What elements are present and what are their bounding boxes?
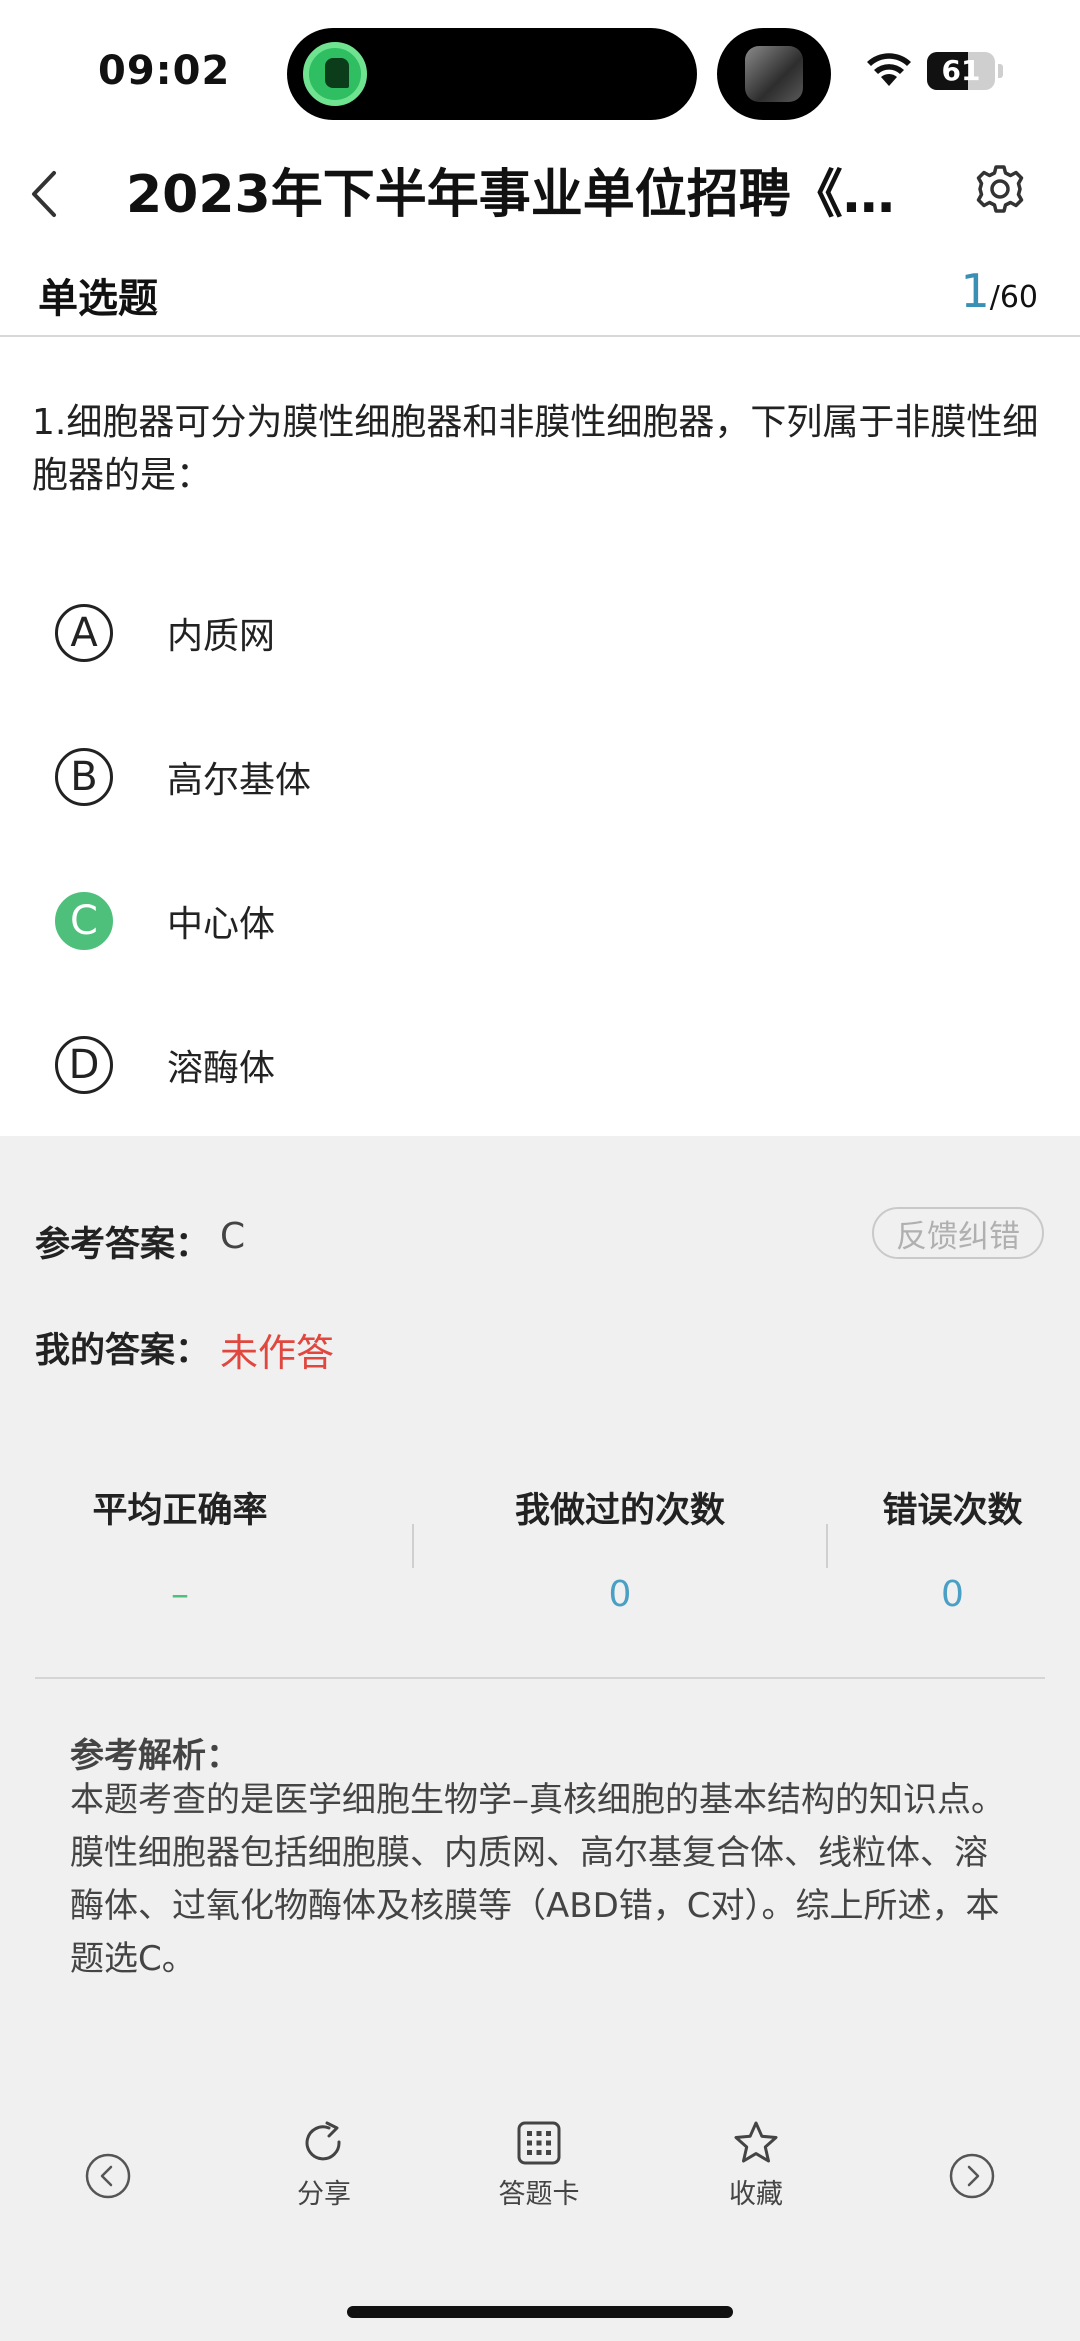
my-answer-label: 我的答案： [35, 1331, 211, 1371]
battery-cap [998, 64, 1003, 78]
times-done-value: 0 [608, 1574, 632, 1615]
option-c[interactable]: C 中心体 [55, 889, 755, 953]
question-type: 单选题 [38, 276, 158, 322]
previous-question-icon[interactable] [85, 2153, 131, 2199]
avg-accuracy-value: – [171, 1574, 189, 1615]
option-letter: A [55, 604, 113, 662]
times-done-label: 我做过的次数 [514, 1491, 725, 1531]
option-letter-correct: C [55, 892, 113, 950]
battery-percent: 61 [941, 54, 981, 87]
question-total: /60 [989, 280, 1038, 315]
battery-icon: 61 [927, 52, 995, 90]
option-letter: B [55, 748, 113, 806]
share-icon [305, 2121, 341, 2161]
analysis-text: 本题考查的是医学细胞生物学–真核细胞的基本结构的知识点。膜性细胞器包括细胞膜、内… [70, 1780, 1005, 1979]
my-answer-value: 未作答 [220, 1331, 335, 1375]
answer-card-label: 答题卡 [498, 2179, 580, 2210]
reference-answer-label: 参考答案： [35, 1225, 211, 1265]
gear-icon[interactable] [974, 163, 1026, 215]
answer-card-button[interactable]: 答题卡 [469, 2120, 609, 2211]
analysis-label: 参考解析： [70, 1736, 240, 1776]
share-button[interactable]: 分享 [254, 2120, 394, 2211]
divider [35, 1677, 1045, 1679]
question-current: 1 [960, 264, 990, 318]
wifi-icon [867, 53, 911, 86]
question-progress: 1/60 [960, 264, 1038, 318]
error-count-label: 错误次数 [882, 1491, 1023, 1531]
option-d[interactable]: D 溶酶体 [55, 1033, 755, 1097]
star-icon [734, 2121, 778, 2163]
live-activity-glyph [325, 58, 349, 88]
status-time: 09:02 [98, 48, 231, 94]
option-text: 中心体 [167, 904, 276, 945]
stat-separator [412, 1524, 414, 1568]
option-text: 内质网 [167, 616, 276, 657]
favorite-button[interactable]: 收藏 [686, 2120, 826, 2211]
stat-separator [826, 1524, 828, 1568]
chevron-left-icon[interactable] [22, 165, 66, 223]
feedback-button[interactable]: 反馈纠错 [872, 1207, 1044, 1259]
avg-accuracy-label: 平均正确率 [92, 1491, 268, 1531]
share-label: 分享 [297, 2179, 351, 2210]
error-count-value: 0 [941, 1574, 964, 1615]
option-text: 高尔基体 [167, 760, 312, 801]
divider [0, 335, 1080, 337]
favorite-label: 收藏 [729, 2179, 783, 2210]
option-text: 溶酶体 [167, 1048, 276, 1089]
grid-icon [517, 2121, 561, 2165]
next-question-icon[interactable] [949, 2153, 995, 2199]
page-title: 2023年下半年事业单位招聘《综… [126, 165, 936, 225]
option-b[interactable]: B 高尔基体 [55, 745, 755, 809]
option-letter: D [55, 1036, 113, 1094]
home-indicator[interactable] [347, 2306, 733, 2318]
option-a[interactable]: A 内质网 [55, 601, 755, 665]
reference-answer-value: C [220, 1216, 246, 1257]
now-playing-thumbnail [745, 46, 803, 102]
question-text: 1.细胞器可分为膜性细胞器和非膜性细胞器，下列属于非膜性细胞器的是： [32, 402, 1039, 496]
